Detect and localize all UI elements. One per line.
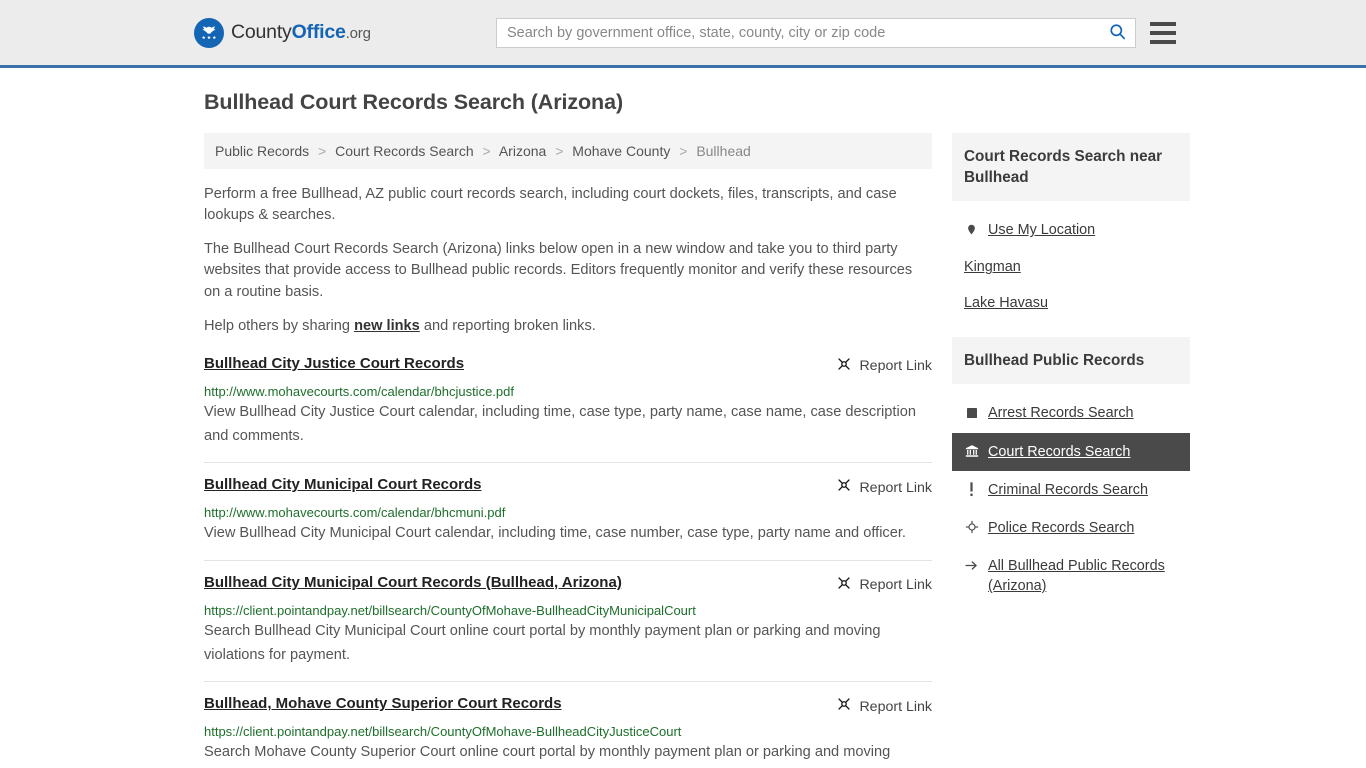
result-title-link[interactable]: Bullhead City Municipal Court Records — [204, 476, 482, 495]
broken-link-icon — [836, 477, 852, 498]
result-item: Bullhead City Municipal Court Records Re… — [204, 462, 932, 560]
result-url[interactable]: http://www.mohavecourts.com/calendar/bhc… — [204, 505, 932, 520]
result-header: Bullhead City Municipal Court Records (B… — [204, 574, 932, 596]
result-header: Bullhead City Justice Court Records Repo… — [204, 355, 932, 377]
breadcrumb: Public Records > Court Records Search > … — [204, 133, 932, 169]
report-link-button[interactable]: Report Link — [836, 575, 932, 596]
result-url[interactable]: http://www.mohavecourts.com/calendar/bhc… — [204, 384, 932, 399]
breadcrumb-item-mohave-county[interactable]: Mohave County — [572, 143, 670, 159]
breadcrumb-separator: > — [679, 143, 688, 159]
exclamation-icon — [964, 481, 979, 498]
result-item: Bullhead, Mohave County Superior Court R… — [204, 681, 932, 768]
logo-text-office: Office — [291, 21, 346, 43]
result-item: Bullhead City Municipal Court Records (B… — [204, 559, 932, 681]
use-my-location-label: Use My Location — [988, 222, 1096, 239]
result-header: Bullhead City Municipal Court Records Re… — [204, 476, 932, 498]
result-item: Bullhead City Justice Court Records Repo… — [204, 351, 932, 462]
sidebar-city-lake-havasu[interactable]: Lake Havasu — [952, 285, 1190, 321]
result-header: Bullhead, Mohave County Superior Court R… — [204, 695, 932, 717]
sidebar-public-records-list: Arrest Records Search Court Records Sear… — [952, 384, 1190, 605]
breadcrumb-item-court-records-search[interactable]: Court Records Search — [335, 143, 474, 159]
sidebar-item-label: Arrest Records Search — [988, 405, 1134, 422]
arrow-right-icon — [964, 557, 979, 574]
report-link-label: Report Link — [859, 577, 932, 594]
menu-bar-3 — [1150, 39, 1176, 44]
sidebar-item-court-records-search[interactable]: Court Records Search — [952, 432, 1190, 471]
sidebar-item-label: Police Records Search — [988, 519, 1135, 536]
sidebar-item-criminal-records-search[interactable]: Criminal Records Search — [952, 471, 1190, 509]
intro-paragraph-help: Help others by sharing new links and rep… — [204, 316, 932, 337]
intro-paragraph-2: The Bullhead Court Records Search (Arizo… — [204, 241, 913, 300]
help-suffix: and reporting broken links. — [419, 317, 596, 334]
sidebar: Court Records Search near Bullhead Use M… — [952, 133, 1190, 621]
sidebar-nearby-list: Use My Location Kingman Lake Havasu — [952, 201, 1190, 321]
fingerprint-square-icon — [964, 404, 979, 421]
eagle-shield-logo-icon — [194, 17, 224, 48]
site-header: CountyOffice.org — [0, 0, 1366, 68]
sidebar-nearby-heading: Court Records Search near Bullhead — [952, 133, 1190, 202]
result-title-link[interactable]: Bullhead City Justice Court Records — [204, 355, 464, 374]
help-prefix: Help others by sharing — [204, 317, 355, 334]
logo-wordmark: CountyOffice.org — [231, 21, 371, 44]
content-columns: Public Records > Court Records Search > … — [204, 133, 1190, 768]
breadcrumb-separator: > — [555, 143, 564, 159]
sidebar-item-label: All Bullhead Public Records (Arizona) — [988, 558, 1165, 595]
menu-bar-1 — [1150, 21, 1176, 26]
result-description: Search Mohave County Superior Court onli… — [204, 744, 891, 768]
result-description: Search Bullhead City Municipal Court onl… — [204, 622, 881, 663]
result-url[interactable]: https://client.pointandpay.net/billsearc… — [204, 724, 932, 739]
sidebar-public-records-heading: Bullhead Public Records — [952, 337, 1190, 385]
report-link-button[interactable]: Report Link — [836, 356, 932, 377]
intro-paragraph-1: Perform a free Bullhead, AZ public court… — [204, 186, 897, 224]
broken-link-icon — [836, 575, 852, 596]
sidebar-nearby-section: Court Records Search near Bullhead Use M… — [952, 133, 1190, 321]
breadcrumb-item-arizona[interactable]: Arizona — [499, 143, 546, 159]
report-link-button[interactable]: Report Link — [836, 696, 932, 717]
menu-bar-2 — [1150, 30, 1176, 35]
results-list: Bullhead City Justice Court Records Repo… — [204, 351, 932, 768]
page-title: Bullhead Court Records Search (Arizona) — [204, 90, 624, 114]
sidebar-item-all-public-records[interactable]: All Bullhead Public Records (Arizona) — [952, 547, 1190, 605]
site-logo[interactable]: CountyOffice.org — [194, 17, 371, 48]
use-my-location-link[interactable]: Use My Location — [952, 211, 1190, 249]
report-link-label: Report Link — [859, 358, 932, 375]
search-button[interactable] — [1099, 19, 1135, 47]
page-container: Bullhead Court Records Search (Arizona) … — [0, 68, 1366, 768]
search-bar[interactable] — [496, 17, 1136, 48]
sidebar-public-records-section: Bullhead Public Records Arrest Records S… — [952, 337, 1190, 605]
police-badge-icon — [964, 519, 979, 536]
report-link-label: Report Link — [859, 479, 932, 496]
result-description: View Bullhead City Municipal Court calen… — [204, 525, 906, 542]
sidebar-item-police-records-search[interactable]: Police Records Search — [952, 509, 1190, 547]
sidebar-city-label: Kingman — [964, 259, 1021, 276]
result-description: View Bullhead City Justice Court calenda… — [204, 403, 916, 444]
sidebar-city-label: Lake Havasu — [964, 295, 1048, 312]
search-icon — [1108, 22, 1127, 44]
sidebar-item-label: Criminal Records Search — [988, 481, 1148, 498]
sidebar-city-kingman[interactable]: Kingman — [952, 249, 1190, 285]
breadcrumb-item-bullhead: Bullhead — [696, 143, 751, 159]
broken-link-icon — [836, 356, 852, 377]
result-title-link[interactable]: Bullhead, Mohave County Superior Court R… — [204, 695, 562, 714]
logo-text-county: County — [231, 21, 292, 43]
main-content: Public Records > Court Records Search > … — [204, 133, 932, 768]
result-url[interactable]: https://client.pointandpay.net/billsearc… — [204, 603, 932, 618]
report-link-button[interactable]: Report Link — [836, 477, 932, 498]
search-input[interactable] — [497, 18, 1099, 47]
map-pin-icon — [964, 221, 979, 238]
broken-link-icon — [836, 696, 852, 717]
new-links-link[interactable]: new links — [354, 318, 420, 334]
intro-text: Perform a free Bullhead, AZ public court… — [204, 184, 932, 337]
report-link-label: Report Link — [859, 698, 932, 715]
breadcrumb-separator: > — [482, 143, 491, 159]
sidebar-item-label: Court Records Search — [988, 443, 1131, 460]
courthouse-icon — [964, 443, 979, 460]
hamburger-menu-icon[interactable] — [1150, 21, 1176, 44]
logo-text-org: .org — [345, 25, 371, 42]
result-title-link[interactable]: Bullhead City Municipal Court Records (B… — [204, 574, 622, 593]
sidebar-item-arrest-records-search[interactable]: Arrest Records Search — [952, 394, 1190, 432]
breadcrumb-item-public-records[interactable]: Public Records — [215, 143, 309, 159]
breadcrumb-separator: > — [318, 143, 327, 159]
